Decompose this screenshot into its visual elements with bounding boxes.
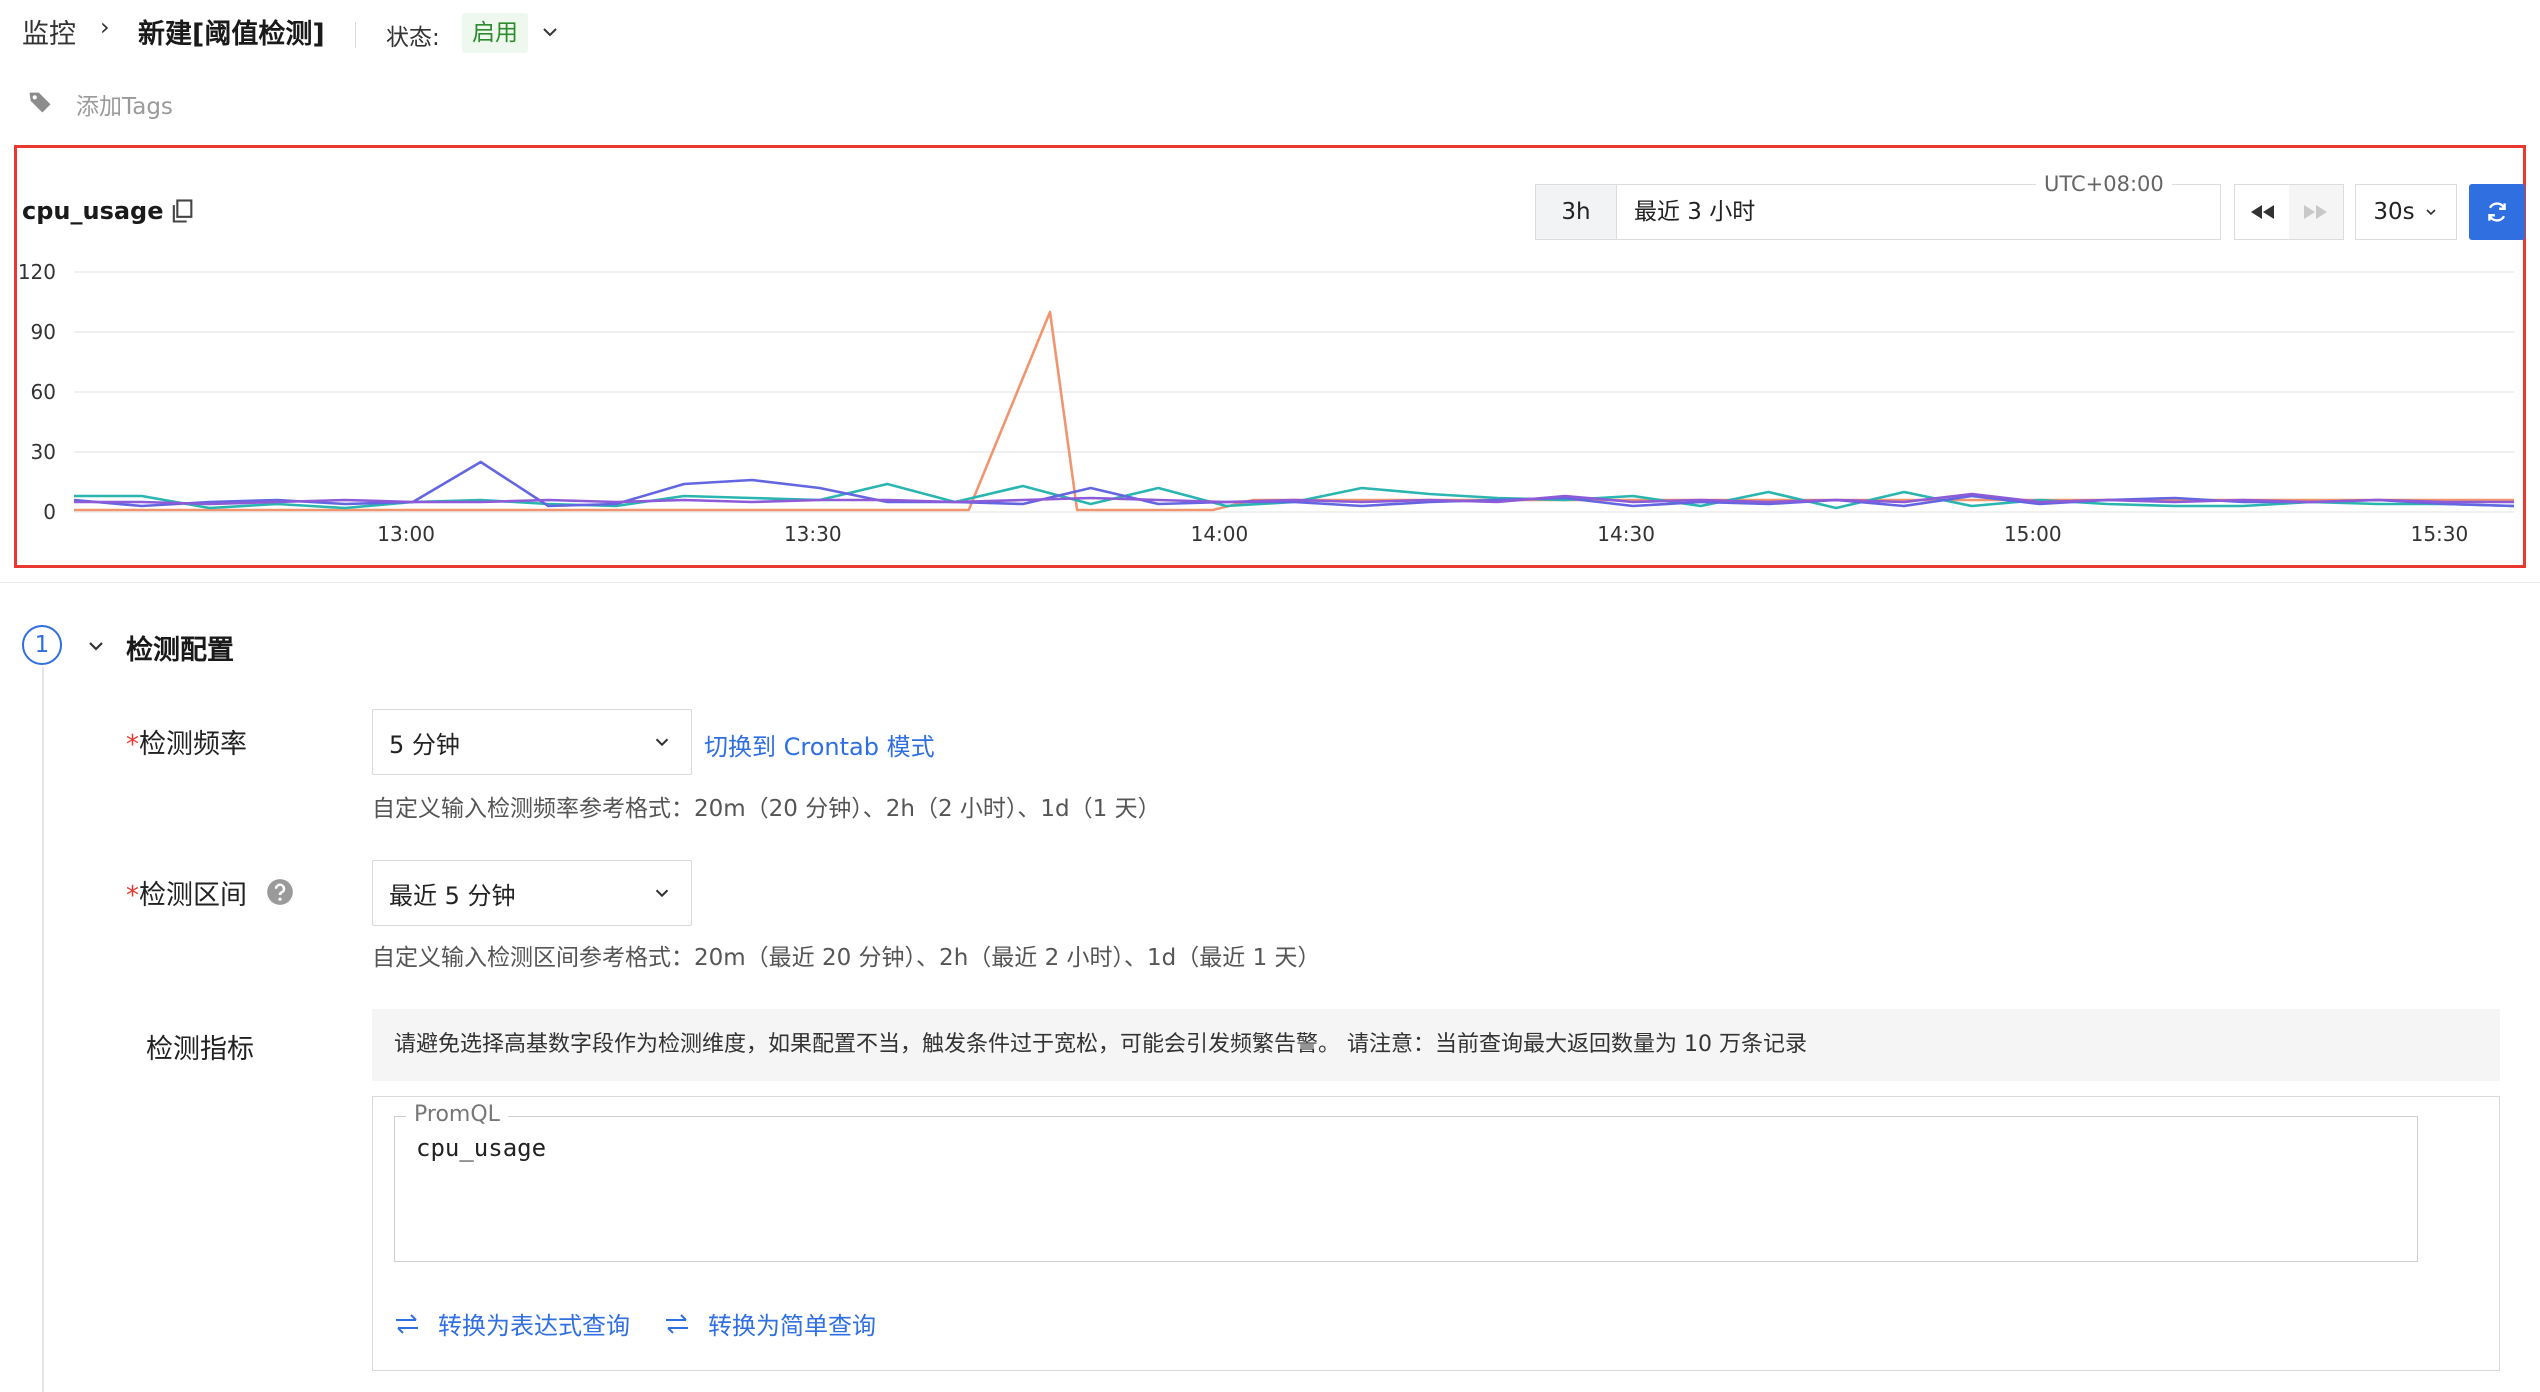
refresh-button[interactable] xyxy=(2469,184,2525,240)
y-tick-label: 60 xyxy=(31,380,56,404)
cardinality-warning: 请避免选择高基数字段作为检测维度，如果配置不当，触发条件过于宽松，可能会引发频繁… xyxy=(372,1009,2500,1081)
refresh-interval-select[interactable]: 30s xyxy=(2355,184,2457,240)
y-tick-label: 120 xyxy=(18,260,56,284)
help-icon[interactable] xyxy=(266,878,294,906)
chevron-down-icon xyxy=(2426,209,2436,216)
page-title: 新建[阈值检测] xyxy=(138,19,325,50)
convert-expression-label: 转换为表达式查询 xyxy=(438,1312,630,1340)
frequency-label: *检测频率 xyxy=(126,722,247,761)
tag-icon xyxy=(29,92,51,113)
x-tick-label: 14:00 xyxy=(1191,522,1249,546)
convert-simple-label: 转换为简单查询 xyxy=(708,1312,876,1340)
y-tick-label: 30 xyxy=(31,440,56,464)
refresh-interval-value: 30s xyxy=(2373,199,2415,225)
swap-icon xyxy=(396,1313,418,1334)
promql-editor[interactable] xyxy=(394,1116,2418,1262)
x-tick-label: 15:00 xyxy=(2004,522,2062,546)
promql-query-text[interactable]: cpu_usage xyxy=(416,1134,546,1162)
frequency-hint: 自定义输入检测频率参考格式：20m（20 分钟）、2h（2 小时）、1d（1 天… xyxy=(372,796,1161,822)
x-tick-label: 13:30 xyxy=(784,522,842,546)
section-title[interactable]: 检测配置 xyxy=(126,628,234,667)
frequency-value: 5 分钟 xyxy=(389,730,460,759)
status-badge[interactable]: 启用 xyxy=(462,13,528,53)
frequency-select[interactable]: 5 分钟 xyxy=(372,709,692,775)
collapse-chevron-icon[interactable] xyxy=(84,634,108,658)
add-tags-button[interactable]: 添加Tags xyxy=(76,87,173,121)
crontab-mode-link[interactable]: 切换到 Crontab 模式 xyxy=(704,727,935,762)
section-divider xyxy=(0,582,2540,583)
copy-icon[interactable] xyxy=(168,196,196,226)
step-number: 1 xyxy=(22,625,62,665)
cpu-usage-line-chart: 120 90 60 30 0 13:00 13:30 14:00 14:30 15:00 15:3… xyxy=(18,260,2515,546)
chevron-down-icon[interactable] xyxy=(538,20,562,44)
y-tick-label: 90 xyxy=(31,320,56,344)
swap-icon xyxy=(666,1313,688,1334)
refresh-icon xyxy=(2488,202,2506,222)
promql-legend: PromQL xyxy=(406,1102,508,1127)
breadcrumb-separator: › xyxy=(100,13,110,41)
x-tick-label: 15:30 xyxy=(2411,522,2469,546)
chevron-down-icon xyxy=(655,889,669,898)
required-icon: * xyxy=(126,730,139,760)
convert-simple-link[interactable]: 转换为简单查询 xyxy=(664,1306,876,1341)
required-icon: * xyxy=(126,881,139,911)
series-line-2 xyxy=(74,482,2515,510)
range-hint: 自定义输入检测区间参考格式：20m（最近 20 分钟）、2h（最近 2 小时）、… xyxy=(372,945,1321,971)
x-tick-label: 13:00 xyxy=(377,522,435,546)
status-label: 状态: xyxy=(386,25,440,51)
convert-expression-link[interactable]: 转换为表达式查询 xyxy=(394,1306,630,1341)
frequency-label-text: 检测频率 xyxy=(139,729,247,760)
y-tick-label: 0 xyxy=(43,500,56,524)
series-line-1 xyxy=(74,310,2514,512)
time-nav-group xyxy=(2234,184,2344,240)
range-label-text: 检测区间 xyxy=(139,880,247,911)
time-forward-button[interactable] xyxy=(2289,185,2343,239)
chevron-down-icon xyxy=(655,738,669,747)
metric-name: cpu_usage xyxy=(22,197,164,225)
x-tick-label: 14:30 xyxy=(1597,522,1655,546)
header-divider xyxy=(355,22,356,48)
range-label: *检测区间 xyxy=(126,873,247,912)
time-range-short[interactable]: 3h xyxy=(1536,185,1617,239)
metric-label: 检测指标 xyxy=(146,1034,254,1065)
range-select[interactable]: 最近 5 分钟 xyxy=(372,860,692,926)
time-range-text[interactable]: 最近 3 小时 xyxy=(1634,185,1755,239)
fast-forward-icon xyxy=(2304,205,2327,219)
time-back-button[interactable] xyxy=(2235,185,2289,239)
timezone-label: UTC+08:00 xyxy=(2036,172,2172,196)
range-value: 最近 5 分钟 xyxy=(389,881,516,910)
breadcrumb-root[interactable]: 监控 xyxy=(22,12,76,51)
step-connector xyxy=(42,667,44,1392)
rewind-icon xyxy=(2251,205,2274,219)
